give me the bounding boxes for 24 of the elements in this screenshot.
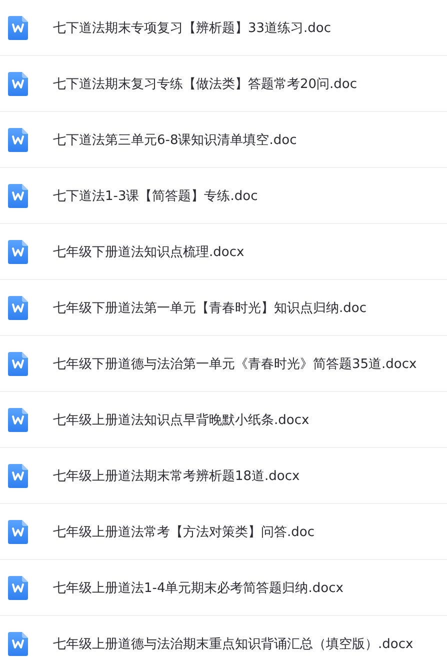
word-document-icon: [8, 632, 28, 656]
file-name[interactable]: 七年级上册道法1-4单元期末必考简答题归纳.docx: [53, 578, 344, 596]
file-name[interactable]: 七下道法1-3课【简答题】专练.doc: [53, 186, 258, 204]
word-document-icon: [8, 128, 28, 152]
word-document-icon: [8, 408, 28, 432]
word-document-icon: [8, 72, 28, 96]
word-document-icon: [8, 240, 28, 264]
file-name[interactable]: 七年级上册道法期末常考辨析题18道.docx: [53, 466, 300, 484]
file-name[interactable]: 七年级下册道德与法治第一单元《青春时光》简答题35道.docx: [53, 354, 417, 372]
file-name[interactable]: 七下道法期末复习专练【做法类】答题常考20问.doc: [53, 74, 358, 92]
file-name[interactable]: 七下道法期末专项复习【辨析题】33道练习.doc: [53, 18, 332, 36]
file-name[interactable]: 七年级上册道法知识点早背晚默小纸条.docx: [53, 410, 310, 428]
word-document-icon: [8, 184, 28, 208]
file-name[interactable]: 七下道法第三单元6-8课知识清单填空.doc: [53, 130, 297, 148]
word-document-icon: [8, 520, 28, 544]
file-name[interactable]: 七年级上册道法常考【方法对策类】问答.doc: [53, 522, 314, 540]
word-document-icon: [8, 352, 28, 376]
word-document-icon: [8, 16, 28, 40]
file-name[interactable]: 七年级下册道法第一单元【青春时光】知识点归纳.doc: [53, 298, 366, 316]
word-document-icon: [8, 296, 28, 320]
file-name[interactable]: 七年级上册道德与法治期末重点知识背诵汇总（填空版）.docx: [53, 634, 414, 652]
word-document-icon: [8, 576, 28, 600]
word-document-icon: [8, 464, 28, 488]
file-name[interactable]: 七年级下册道法知识点梳理.docx: [53, 242, 244, 260]
